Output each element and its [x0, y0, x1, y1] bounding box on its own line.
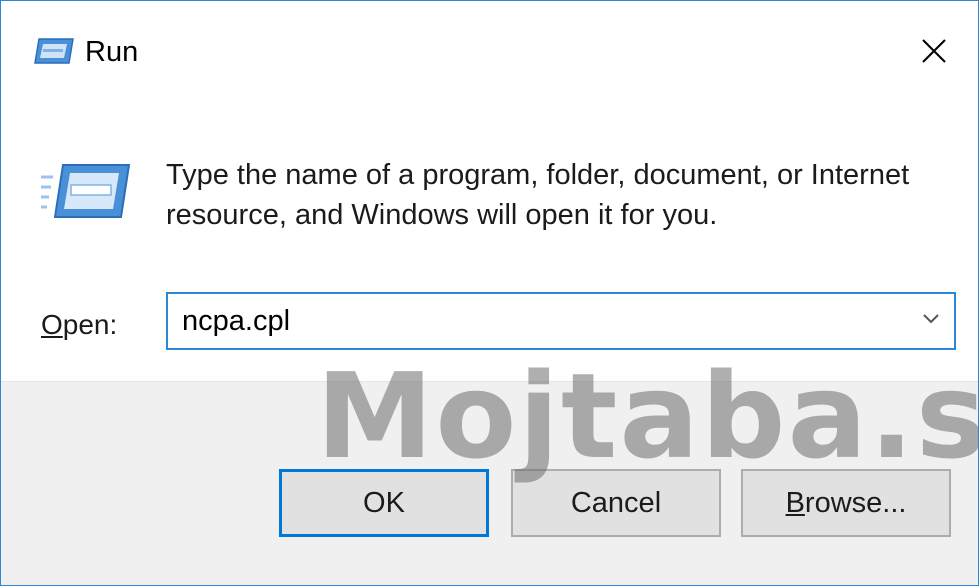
run-icon-large	[39, 163, 131, 219]
ok-button[interactable]: OK	[279, 469, 489, 537]
chevron-down-icon[interactable]	[922, 312, 940, 326]
dialog-content: Type the name of a program, folder, docu…	[1, 91, 978, 381]
browse-label: rowse...	[804, 486, 907, 519]
button-area: OK Cancel Browse...	[1, 381, 978, 585]
close-button[interactable]	[908, 27, 960, 79]
open-label-mnemonic: O	[41, 309, 63, 340]
browse-mnemonic: B	[785, 486, 805, 519]
window-title: Run	[85, 36, 139, 68]
open-combobox[interactable]: ncpa.cpl	[166, 292, 956, 350]
run-icon	[33, 37, 75, 65]
run-dialog: Run Type the name of a program, folder, …	[0, 0, 979, 586]
browse-button[interactable]: Browse...	[741, 469, 951, 537]
cancel-button[interactable]: Cancel	[511, 469, 721, 537]
open-label-text: pen:	[62, 309, 118, 340]
open-label: Open:	[41, 309, 117, 341]
title-bar[interactable]: Run	[1, 1, 978, 91]
close-icon	[921, 38, 947, 69]
description-text: Type the name of a program, folder, docu…	[166, 159, 910, 231]
open-input[interactable]: ncpa.cpl	[182, 304, 290, 338]
